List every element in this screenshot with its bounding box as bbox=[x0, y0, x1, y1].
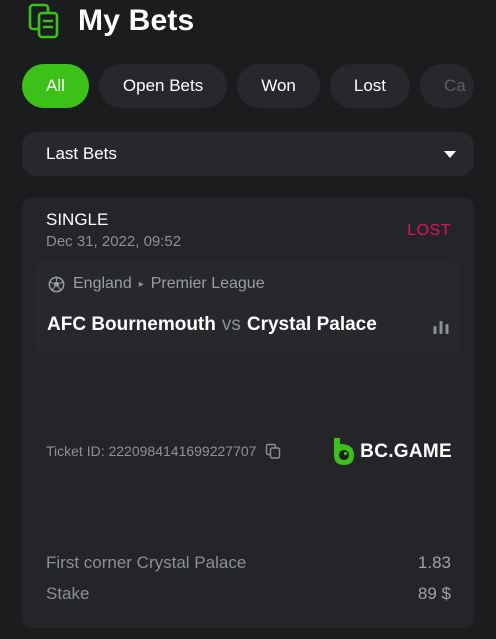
copy-icon[interactable] bbox=[265, 443, 281, 459]
period-dropdown[interactable]: Last Bets bbox=[22, 132, 474, 176]
soccer-ball-icon bbox=[48, 276, 65, 292]
brand-name: BC.GAME bbox=[360, 441, 452, 462]
status-badge: LOST bbox=[407, 222, 451, 239]
tab-won[interactable]: Won bbox=[237, 64, 320, 108]
bet-date: Dec 31, 2022, 09:52 bbox=[46, 233, 182, 250]
tab-cashout-partial[interactable]: Ca bbox=[420, 64, 474, 108]
page-header: My Bets bbox=[28, 2, 194, 40]
ticket-id: Ticket ID: 2220984141699227707 bbox=[46, 443, 257, 459]
tab-lost[interactable]: Lost bbox=[329, 64, 411, 108]
stake-value: 89 $ bbox=[417, 584, 451, 603]
dropdown-selected-value: Last Bets bbox=[46, 144, 117, 163]
bet-card[interactable]: SINGLE Dec 31, 2022, 09:52 LOST England … bbox=[22, 198, 474, 628]
odds-value: 1.83 bbox=[417, 553, 451, 572]
league-breadcrumb: England ▸ Premier League bbox=[48, 275, 265, 293]
stake-label: Stake bbox=[46, 584, 90, 603]
bet-slip-icon bbox=[28, 3, 59, 39]
selection-row: First corner Crystal Palace 1.83 bbox=[46, 553, 451, 573]
page-title: My Bets bbox=[78, 4, 195, 37]
away-team: Crystal Palace bbox=[246, 314, 377, 335]
home-team: AFC Bournemouth bbox=[47, 314, 216, 335]
bet-filter-tabs: All Open Bets Won Lost Ca bbox=[22, 64, 496, 108]
my-bets-page: My Bets All Open Bets Won Lost Ca Last B… bbox=[0, 0, 496, 639]
vs-label: vs bbox=[221, 314, 241, 335]
league-label[interactable]: Premier League bbox=[151, 275, 265, 293]
stats-icon[interactable] bbox=[433, 320, 449, 334]
selection-label: First corner Crystal Palace bbox=[46, 553, 247, 572]
caret-down-icon bbox=[444, 150, 456, 158]
match-info[interactable]: England ▸ Premier League AFC Bournemouth… bbox=[34, 262, 461, 352]
bet-type: SINGLE bbox=[46, 210, 109, 229]
ticket-id-row: Ticket ID: 2220984141699227707 bbox=[46, 443, 281, 459]
tab-all[interactable]: All bbox=[22, 64, 89, 108]
match-teams: AFC Bournemouth vs Crystal Palace bbox=[47, 314, 377, 336]
brand-logo: BC.GAME bbox=[332, 438, 452, 466]
tab-open-bets[interactable]: Open Bets bbox=[98, 64, 228, 108]
chevron-right-icon: ▸ bbox=[138, 278, 144, 290]
country-label[interactable]: England bbox=[73, 275, 132, 293]
stake-row: Stake 89 $ bbox=[46, 584, 451, 604]
bc-game-logo-icon bbox=[334, 438, 355, 465]
